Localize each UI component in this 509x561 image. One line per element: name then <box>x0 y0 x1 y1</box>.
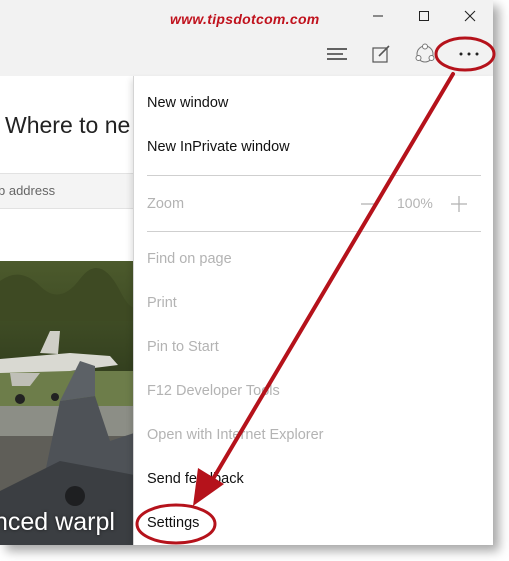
news-photo[interactable]: nced warpl <box>0 261 140 545</box>
menu-item-new-window[interactable]: New window <box>147 95 228 111</box>
minimize-icon <box>373 15 383 17</box>
share-button[interactable] <box>411 40 439 68</box>
photo-caption: nced warpl <box>0 508 115 536</box>
menu-item-settings[interactable]: Settings <box>147 515 199 531</box>
zoom-in-button[interactable] <box>449 193 469 215</box>
menu-item-f12-developer-tools[interactable]: F12 Developer Tools <box>147 383 280 399</box>
minus-icon <box>361 203 377 205</box>
share-icon <box>415 43 435 63</box>
menu-item-new-inprivate-window[interactable]: New InPrivate window <box>147 139 290 155</box>
more-actions-icon <box>459 52 479 56</box>
search-input[interactable] <box>0 174 128 206</box>
zoom-value: 100% <box>397 195 433 211</box>
search-box[interactable] <box>0 173 141 209</box>
fighter-jet-image <box>0 261 140 545</box>
close-button[interactable] <box>447 0 493 32</box>
page-headline: Where to ne <box>5 112 131 138</box>
web-note-button[interactable] <box>367 40 395 68</box>
plus-icon <box>451 196 467 212</box>
menu-item-print[interactable]: Print <box>147 295 177 311</box>
web-note-icon <box>372 45 390 63</box>
zoom-out-button[interactable] <box>359 193 379 215</box>
maximize-button[interactable] <box>401 0 447 32</box>
more-actions-button[interactable] <box>455 40 483 68</box>
menu-item-pin-to-start[interactable]: Pin to Start <box>147 339 219 355</box>
menu-divider <box>147 231 481 232</box>
menu-item-open-with-internet-explorer[interactable]: Open with Internet Explorer <box>147 427 324 443</box>
close-icon <box>464 10 476 22</box>
hub-button[interactable] <box>323 40 351 68</box>
hub-icon <box>327 48 347 60</box>
menu-item-find-on-page[interactable]: Find on page <box>147 251 232 267</box>
minimize-button[interactable] <box>355 0 401 32</box>
menu-item-send-feedback[interactable]: Send feedback <box>147 471 244 487</box>
more-actions-menu: New window New InPrivate window Zoom 100… <box>133 76 493 545</box>
menu-divider <box>147 175 481 176</box>
zoom-controls: 100% <box>147 193 481 215</box>
watermark-text: www.tipsdotcom.com <box>170 11 320 27</box>
maximize-icon <box>419 11 429 21</box>
browser-toolbar <box>0 32 493 76</box>
browser-window: www.tipsdotcom.com Where to ne b address… <box>0 0 493 545</box>
title-bar: www.tipsdotcom.com <box>0 0 493 32</box>
